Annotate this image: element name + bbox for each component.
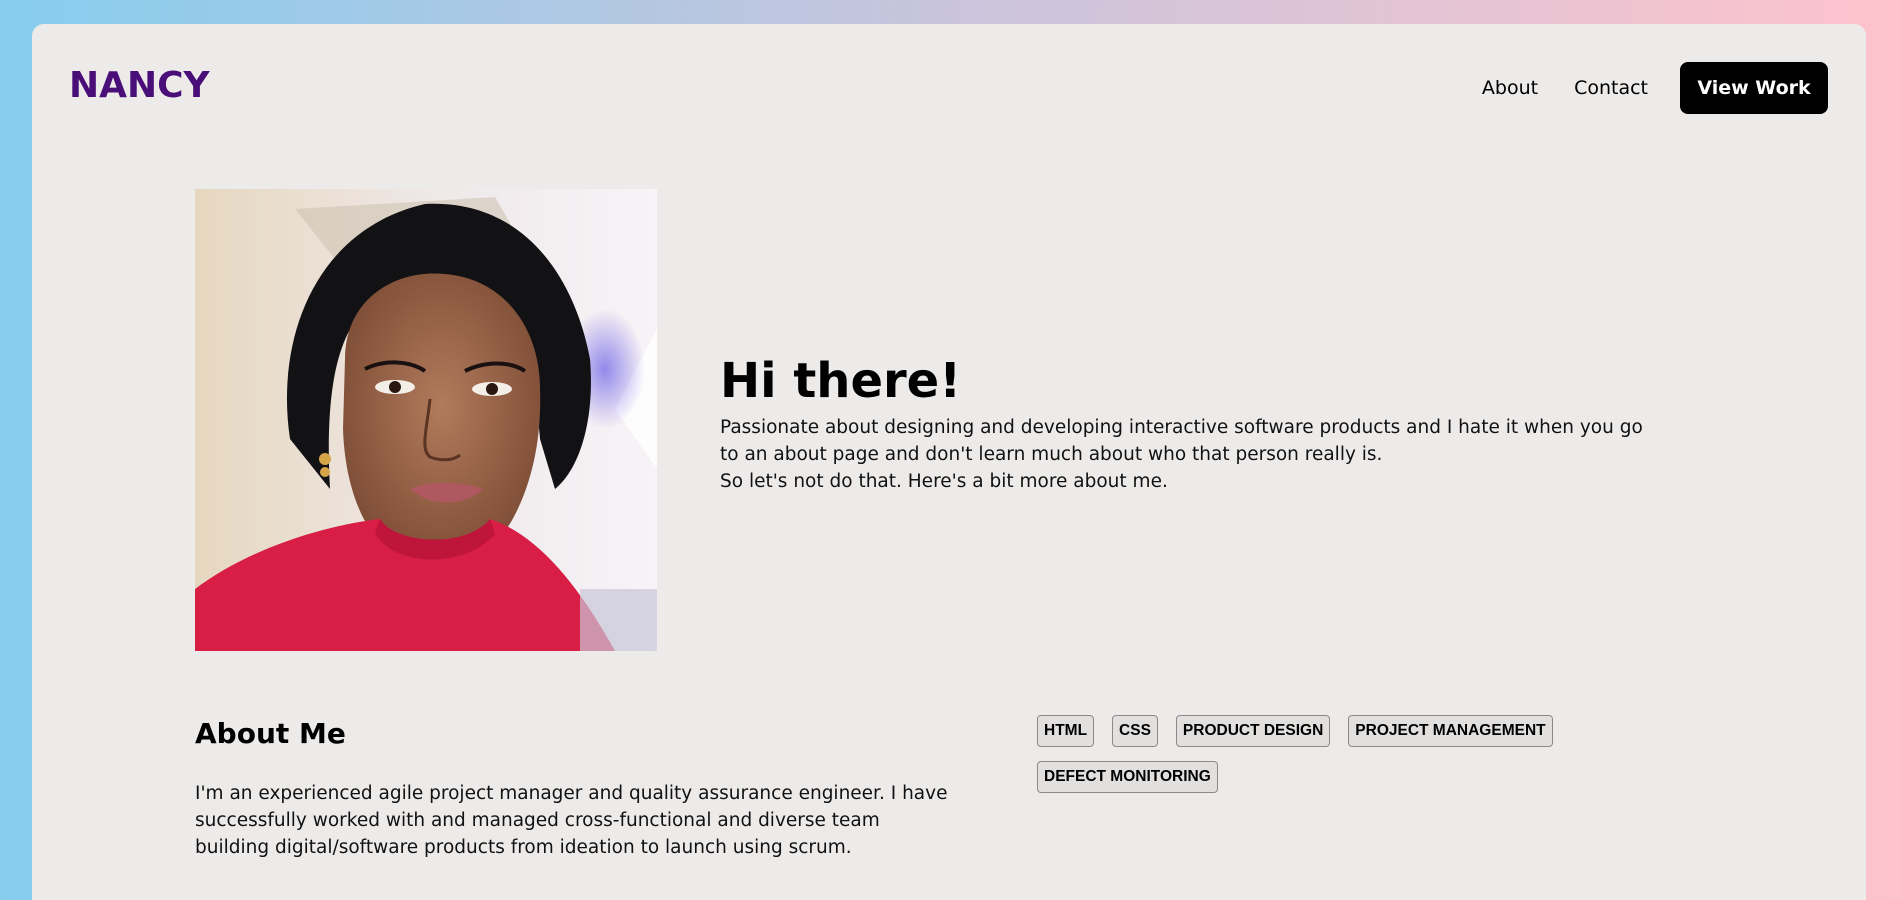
- hero-paragraph-line1: Passionate about designing and developin…: [720, 416, 1643, 465]
- hero-section: Hi there! Passionate about designing and…: [720, 355, 1660, 495]
- about-me-text: I'm an experienced agile project manager…: [195, 783, 948, 858]
- page-card: NANCY About Contact View Work Hi there! …: [32, 24, 1866, 900]
- skill-tag-defect-monitoring: DEFECT MONITORING: [1037, 761, 1218, 793]
- skill-tag-project-management: PROJECT MANAGEMENT: [1348, 715, 1553, 747]
- nav-contact-link[interactable]: Contact: [1574, 77, 1648, 99]
- site-logo[interactable]: NANCY: [69, 68, 210, 104]
- hero-paragraph-line2: So let's not do that. Here's a bit more …: [720, 470, 1168, 492]
- skill-tag-html: HTML: [1037, 715, 1095, 747]
- skill-tag-product-design: PRODUCT DESIGN: [1175, 715, 1331, 747]
- skills-list: HTML CSS PRODUCT DESIGN PROJECT MANAGEME…: [1037, 715, 1657, 807]
- hero-title: Hi there!: [720, 353, 962, 409]
- profile-photo: [195, 189, 657, 651]
- view-work-button[interactable]: View Work: [1680, 62, 1828, 114]
- top-nav: About Contact View Work: [1482, 62, 1828, 114]
- nav-about-link[interactable]: About: [1482, 77, 1538, 99]
- about-me-heading: About Me: [195, 717, 346, 750]
- hero-paragraph: Passionate about designing and developin…: [720, 414, 1660, 495]
- skill-tag-css: CSS: [1112, 715, 1158, 747]
